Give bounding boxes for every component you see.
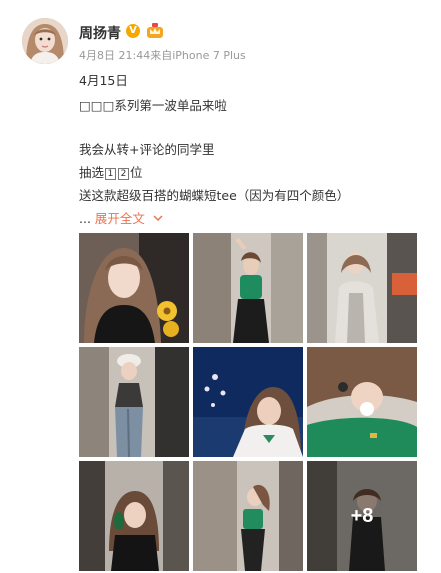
post-photo[interactable] [79, 461, 189, 571]
avatar[interactable] [22, 18, 68, 64]
expand-label: 展开全文 [94, 211, 145, 226]
chevron-down-icon [153, 210, 163, 225]
post-photo[interactable] [79, 347, 189, 457]
post-photo[interactable] [193, 233, 303, 343]
post-text-line: 4月15日 [79, 73, 128, 88]
text-fragment: 抽选 [79, 165, 105, 180]
expand-row: ... 展开全文 [79, 208, 163, 227]
weibo-post: 周扬青 V 4月8日 21:44来自iPhone 7 Plus 4月15日 □□… [0, 0, 441, 573]
crown-icon [146, 23, 164, 39]
text-fragment: 位 [130, 165, 143, 180]
post-text-line: 送这款超级百搭的蝴蝶短tee（因为有四个颜色） [79, 188, 350, 203]
post-photo[interactable] [193, 461, 303, 571]
post-timestamp[interactable]: 4月8日 21:44 [79, 49, 150, 62]
post-text-line: 我会从转+评论的同学里 [79, 142, 215, 157]
post-source: 来自iPhone 7 Plus [150, 49, 246, 62]
more-photos-count: +8 [307, 461, 417, 571]
post-photo[interactable] [307, 233, 417, 343]
post-text-line: 抽选 1 2 位 [79, 162, 143, 181]
expand-full-text-link[interactable]: 展开全文 [95, 211, 163, 226]
post-photo[interactable] [79, 233, 189, 343]
verified-badge-icon: V [126, 24, 140, 38]
post-photo[interactable] [193, 347, 303, 457]
user-name[interactable]: 周扬青 [79, 23, 121, 43]
ellipsis: ... [79, 211, 91, 226]
number-box: 2 [118, 168, 130, 180]
post-meta: 4月8日 21:44来自iPhone 7 Plus [79, 47, 246, 63]
post-text-line: □□□系列第一波单品来啦 [79, 98, 227, 113]
post-photo[interactable] [307, 347, 417, 457]
number-box: 1 [105, 168, 117, 180]
post-photo-more[interactable]: +8 [307, 461, 417, 571]
